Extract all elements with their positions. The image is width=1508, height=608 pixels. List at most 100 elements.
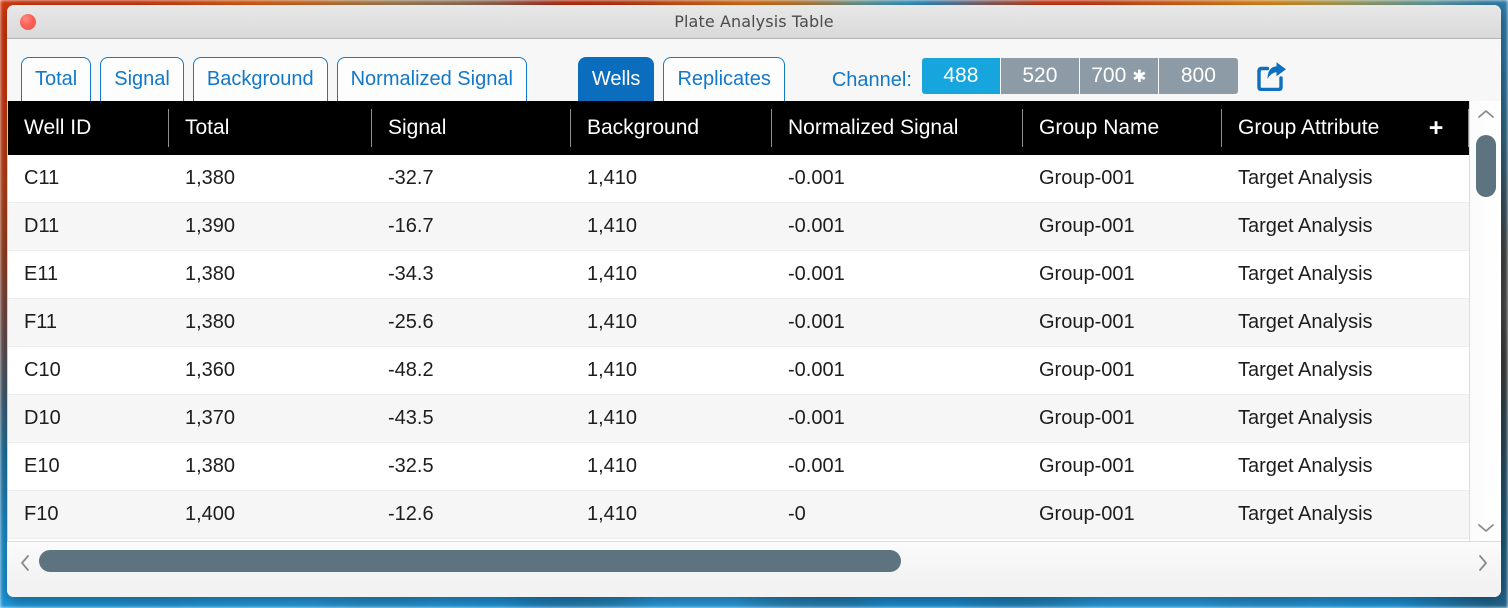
- cell-background: 1,410: [587, 215, 638, 237]
- cell-signal: -32.5: [388, 455, 434, 477]
- cell-signal: -25.6: [388, 311, 434, 333]
- column-header-well-id[interactable]: Well ID: [8, 109, 169, 147]
- channel-520-label: 520: [1022, 64, 1058, 87]
- cell-normalized-signal: -0.001: [788, 407, 845, 429]
- cell-well-id: D10: [24, 407, 61, 429]
- window-titlebar: Plate Analysis Table: [7, 5, 1501, 39]
- vertical-scrollbar-track[interactable]: [1470, 127, 1501, 515]
- cell-normalized-signal: -0.001: [788, 167, 845, 189]
- tab-wells-label: Wells: [591, 68, 641, 90]
- metric-tab-group: Total Signal Background Normalized Signa…: [21, 57, 536, 101]
- cell-group-attribute: Target Analysis: [1238, 359, 1373, 381]
- column-header-normalized-signal[interactable]: Normalized Signal: [772, 109, 1023, 147]
- horizontal-scrollbar[interactable]: [7, 541, 1501, 583]
- tab-signal[interactable]: Signal: [100, 57, 184, 101]
- grid-wrapper: Well ID Total Signal Background Normaliz…: [7, 101, 1501, 541]
- cell-background: 1,410: [587, 359, 638, 381]
- cell-background: 1,410: [587, 455, 638, 477]
- data-grid: Well ID Total Signal Background Normaliz…: [7, 101, 1469, 541]
- toolbar: Total Signal Background Normalized Signa…: [7, 39, 1501, 101]
- table-row[interactable]: E10 1,380 -32.5 1,410 -0.001 Group-001 T…: [8, 443, 1469, 491]
- channel-button-800[interactable]: 800: [1158, 58, 1238, 94]
- vertical-scrollbar[interactable]: [1469, 101, 1501, 541]
- application-window: Plate Analysis Table Total Signal Backgr…: [7, 5, 1501, 597]
- table-row[interactable]: D11 1,390 -16.7 1,410 -0.001 Group-001 T…: [8, 203, 1469, 251]
- cell-normalized-signal: -0.001: [788, 359, 845, 381]
- cell-well-id: F10: [24, 503, 59, 525]
- cell-group-name: Group-001: [1039, 263, 1135, 285]
- table-row[interactable]: F10 1,400 -12.6 1,410 -0 Group-001 Targe…: [8, 491, 1469, 539]
- export-share-icon: [1257, 62, 1286, 91]
- cell-normalized-signal: -0.001: [788, 311, 845, 333]
- cell-group-name: Group-001: [1039, 503, 1135, 525]
- tab-total[interactable]: Total: [21, 57, 92, 101]
- cell-well-id: E11: [24, 263, 59, 285]
- cell-total: 1,380: [185, 167, 236, 189]
- asterisk-icon: ✱: [1132, 66, 1147, 86]
- cell-group-name: Group-001: [1039, 167, 1135, 189]
- tab-signal-label: Signal: [114, 68, 170, 90]
- cell-total: 1,370: [185, 407, 236, 429]
- cell-total: 1,380: [185, 455, 236, 477]
- horizontal-scrollbar-track[interactable]: [39, 542, 1469, 583]
- scroll-right-icon[interactable]: [1469, 554, 1497, 572]
- table-row[interactable]: E11 1,380 -34.3 1,410 -0.001 Group-001 T…: [8, 251, 1469, 299]
- cell-background: 1,410: [587, 311, 638, 333]
- window-title: Plate Analysis Table: [674, 12, 834, 31]
- cell-background: 1,410: [587, 263, 638, 285]
- cell-well-id: F11: [24, 311, 57, 333]
- tab-normalized-signal-label: Normalized Signal: [350, 68, 513, 90]
- scroll-down-icon[interactable]: [1477, 515, 1495, 541]
- tab-background[interactable]: Background: [192, 57, 328, 101]
- table-row[interactable]: C11 1,380 -32.7 1,410 -0.001 Group-001 T…: [8, 155, 1469, 203]
- vertical-scrollbar-thumb[interactable]: [1476, 135, 1496, 197]
- channel-button-700[interactable]: 700 ✱: [1079, 58, 1159, 94]
- cell-group-name: Group-001: [1039, 359, 1135, 381]
- channel-button-520[interactable]: 520: [1000, 58, 1080, 94]
- export-button[interactable]: [1252, 59, 1290, 93]
- tab-replicates-label: Replicates: [677, 68, 771, 90]
- cell-normalized-signal: -0: [788, 503, 806, 525]
- channel-label: Channel:: [831, 69, 912, 91]
- column-header-background[interactable]: Background: [571, 109, 772, 147]
- table-row[interactable]: D10 1,370 -43.5 1,410 -0.001 Group-001 T…: [8, 395, 1469, 443]
- cell-total: 1,390: [185, 215, 236, 237]
- column-header-group-name[interactable]: Group Name: [1023, 109, 1222, 147]
- column-header-total[interactable]: Total: [169, 109, 372, 147]
- tab-normalized-signal[interactable]: Normalized Signal: [336, 57, 527, 101]
- table-row[interactable]: F11 1,380 -25.6 1,410 -0.001 Group-001 T…: [8, 299, 1469, 347]
- cell-total: 1,400: [185, 503, 236, 525]
- cell-normalized-signal: -0.001: [788, 215, 845, 237]
- scroll-left-icon[interactable]: [11, 554, 39, 572]
- channel-button-488[interactable]: 488: [921, 58, 1001, 94]
- scroll-up-icon[interactable]: [1477, 101, 1495, 127]
- tab-replicates[interactable]: Replicates: [663, 57, 785, 101]
- cell-signal: -16.7: [388, 215, 434, 237]
- channel-selector: 488 520 700 ✱ 800: [921, 58, 1238, 94]
- table-row[interactable]: C10 1,360 -48.2 1,410 -0.001 Group-001 T…: [8, 347, 1469, 395]
- close-window-button[interactable]: [20, 14, 36, 30]
- cell-signal: -12.6: [388, 503, 434, 525]
- cell-total: 1,380: [185, 311, 236, 333]
- cell-group-attribute: Target Analysis: [1238, 311, 1373, 333]
- column-header-signal[interactable]: Signal: [372, 109, 571, 147]
- horizontal-scrollbar-thumb[interactable]: [39, 550, 901, 572]
- cell-normalized-signal: -0.001: [788, 455, 845, 477]
- cell-group-attribute: Target Analysis: [1238, 263, 1373, 285]
- view-tab-group: Wells Replicates: [577, 57, 794, 101]
- cell-background: 1,410: [587, 407, 638, 429]
- table-header-row: Well ID Total Signal Background Normaliz…: [8, 101, 1469, 155]
- add-column-icon[interactable]: +: [1425, 115, 1447, 140]
- cell-group-name: Group-001: [1039, 311, 1135, 333]
- cell-well-id: D11: [24, 215, 60, 237]
- cell-signal: -48.2: [388, 359, 434, 381]
- cell-well-id: C10: [24, 359, 61, 381]
- tab-wells[interactable]: Wells: [577, 57, 655, 101]
- tab-total-label: Total: [35, 68, 78, 90]
- cell-group-attribute: Target Analysis: [1238, 503, 1373, 525]
- cell-normalized-signal: -0.001: [788, 263, 845, 285]
- cell-group-attribute: Target Analysis: [1238, 215, 1373, 237]
- cell-group-attribute: Target Analysis: [1238, 407, 1373, 429]
- channel-488-label: 488: [943, 64, 979, 87]
- cell-group-attribute: Target Analysis: [1238, 455, 1373, 477]
